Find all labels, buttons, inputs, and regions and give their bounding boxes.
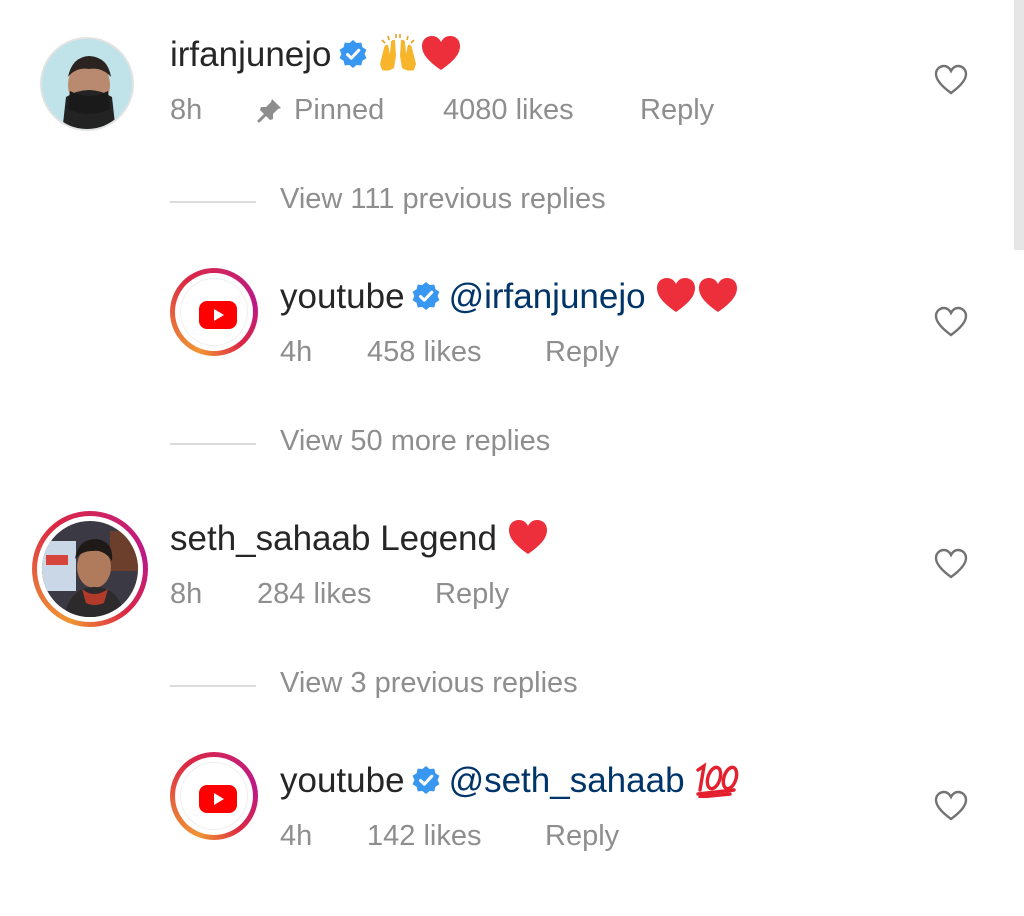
pin-icon bbox=[256, 96, 284, 132]
avatar bbox=[42, 521, 138, 617]
likes-count[interactable]: 4080 likes bbox=[443, 94, 574, 127]
like-heart-icon[interactable] bbox=[934, 548, 968, 580]
scrollbar[interactable] bbox=[1014, 0, 1024, 250]
comment-text: Legend bbox=[380, 519, 497, 558]
comment-time: 4h bbox=[280, 336, 313, 368]
comment-time: 8h bbox=[170, 578, 203, 610]
like-heart-icon[interactable] bbox=[934, 64, 968, 96]
reply-button[interactable]: Reply bbox=[435, 578, 509, 611]
likes-count[interactable]: 458 likes bbox=[367, 336, 481, 369]
like-heart-icon[interactable] bbox=[934, 790, 968, 822]
story-ring[interactable] bbox=[32, 511, 148, 627]
replies-divider bbox=[170, 201, 256, 203]
replies-divider bbox=[170, 685, 256, 687]
comment-time: 8h bbox=[170, 94, 203, 126]
verified-badge-icon bbox=[411, 280, 441, 320]
comment-username[interactable]: seth_sahaab bbox=[170, 519, 370, 558]
pinned-label: Pinned bbox=[294, 94, 385, 126]
reply-button[interactable]: Reply bbox=[545, 336, 619, 369]
likes-count[interactable]: 142 likes bbox=[367, 820, 481, 853]
youtube-logo-icon bbox=[199, 301, 237, 329]
replies-divider bbox=[170, 443, 256, 445]
view-replies-label[interactable]: View 3 previous replies bbox=[280, 667, 578, 700]
red-heart-emoji bbox=[420, 34, 462, 81]
story-ring[interactable] bbox=[170, 752, 258, 840]
comment-username[interactable]: irfanjunejo bbox=[170, 35, 332, 74]
verified-badge-icon bbox=[338, 38, 368, 78]
red-heart-emoji bbox=[697, 276, 739, 323]
red-heart-emoji bbox=[655, 276, 697, 323]
hundred-points-emoji bbox=[694, 760, 740, 807]
avatar[interactable] bbox=[40, 37, 134, 131]
view-replies-label[interactable]: View 50 more replies bbox=[280, 425, 550, 458]
avatar bbox=[180, 762, 248, 830]
reply-button[interactable]: Reply bbox=[545, 820, 619, 853]
comment-username[interactable]: youtube bbox=[280, 761, 405, 800]
reply-button[interactable]: Reply bbox=[640, 94, 714, 127]
story-ring[interactable] bbox=[170, 268, 258, 356]
red-heart-emoji bbox=[507, 518, 549, 565]
youtube-logo-icon bbox=[199, 785, 237, 813]
like-heart-icon[interactable] bbox=[934, 306, 968, 338]
mention-link[interactable]: @seth_sahaab bbox=[449, 761, 685, 800]
comment-time: 4h bbox=[280, 820, 313, 852]
comment-username[interactable]: youtube bbox=[280, 277, 405, 316]
verified-badge-icon bbox=[411, 764, 441, 804]
likes-count[interactable]: 284 likes bbox=[257, 578, 371, 611]
raising-hands-emoji bbox=[376, 34, 420, 81]
avatar bbox=[180, 278, 248, 346]
view-replies-label[interactable]: View 111 previous replies bbox=[280, 183, 606, 216]
mention-link[interactable]: @irfanjunejo bbox=[449, 277, 646, 316]
